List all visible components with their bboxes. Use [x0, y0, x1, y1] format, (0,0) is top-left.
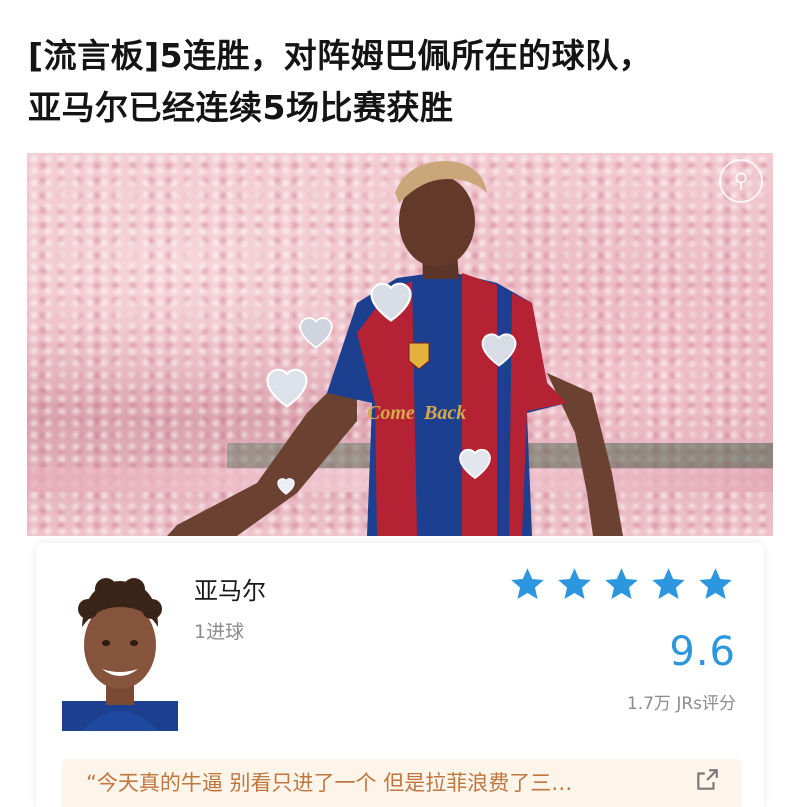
svg-text:Back: Back [423, 402, 466, 424]
quote-text: “今天真的牛逼 别看只进了一个 但是拉菲浪费了三… [86, 771, 573, 795]
heart-icon [299, 317, 333, 349]
star-icon [558, 568, 591, 599]
heart-icon [266, 368, 308, 408]
player-stat: 1进球 [194, 621, 245, 643]
player-avatar [62, 578, 178, 731]
heart-icon [481, 333, 517, 367]
star-icon [652, 568, 685, 599]
rating-score: 9.6 [669, 629, 736, 675]
article-title-line2: 亚马尔已经连续5场比赛获胜 [28, 88, 454, 127]
top-comment-quote[interactable]: “今天真的牛逼 别看只进了一个 但是拉菲浪费了三… [62, 759, 742, 807]
star-icon [605, 568, 638, 599]
heart-icon [370, 282, 412, 322]
star-icon [699, 568, 732, 599]
rating-stars [508, 565, 735, 604]
svg-text:Come: Come [367, 402, 415, 424]
heart-icon [459, 448, 491, 480]
rating-votes: 1.7万 JRs评分 [626, 694, 736, 714]
player-photo: Come Back [167, 161, 623, 536]
article-title-line1: [流言板]5连胜，对阵姆巴佩所在的球队， [28, 36, 653, 75]
external-link-icon[interactable] [694, 767, 720, 793]
player-rating-card[interactable]: 亚马尔 1进球 9.6 1.7万 JRs评分 “今天真的牛逼 别看只进了一个 但… [36, 543, 764, 807]
article-hero-image[interactable]: Come Back ⚲ [27, 153, 773, 536]
heart-icon [277, 478, 295, 495]
article-title: [流言板]5连胜，对阵姆巴佩所在的球队， 亚马尔已经连续5场比赛获胜 [28, 30, 772, 134]
watermark-icon: ⚲ [719, 159, 763, 203]
player-name: 亚马尔 [194, 577, 266, 605]
star-icon [511, 568, 544, 599]
